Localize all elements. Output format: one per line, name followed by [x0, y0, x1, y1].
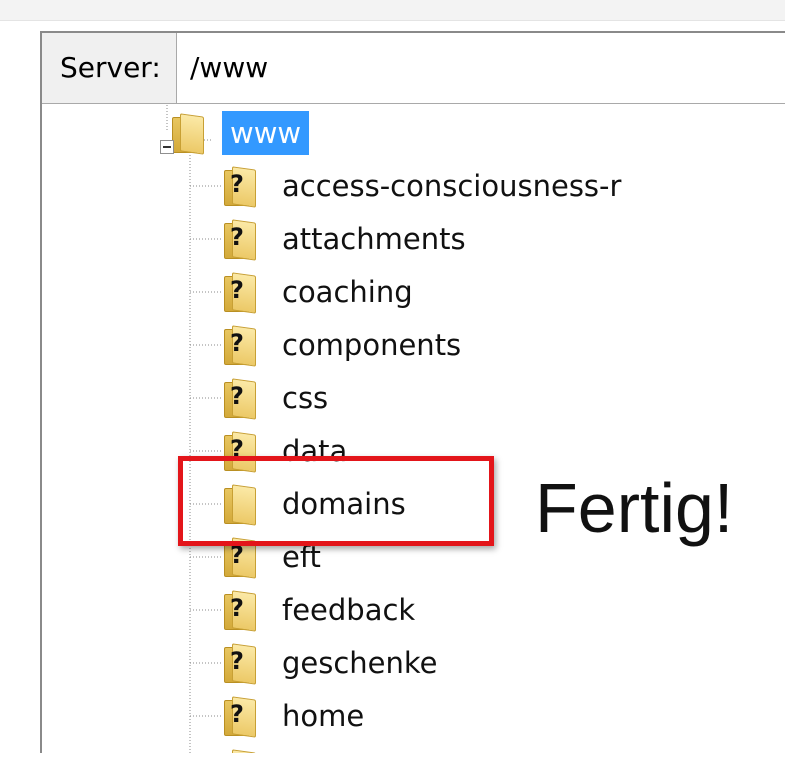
tree-item-label: geschenke [282, 646, 438, 680]
tree-item[interactable]: ? images [222, 745, 387, 753]
tree-item[interactable]: ? access-consciousness-r [222, 162, 621, 210]
folder-unknown-icon: ? [222, 696, 260, 738]
tree-root-label: www [222, 111, 310, 155]
folder-tree[interactable]: www? access-consciousness-r? attachments? c… [42, 105, 785, 753]
tree-item[interactable]: ? css [222, 374, 328, 422]
folder-unknown-icon: ? [222, 378, 260, 420]
folder-icon [170, 113, 208, 155]
folder-unknown-icon: ? [222, 325, 260, 367]
tree-item-label: feedback [282, 593, 416, 627]
remote-browser-panel: Server: /www www? access-consciousness-r?… [40, 31, 785, 753]
folder-unknown-icon: ? [222, 219, 260, 261]
tree-item[interactable]: ? home [222, 692, 364, 740]
server-path-field[interactable]: /www [190, 33, 268, 103]
tree-item-label: images [282, 752, 387, 753]
folder-unknown-icon: ? [222, 643, 260, 685]
tree-item[interactable]: ? components [222, 321, 461, 369]
tree-item-label: access-consciousness-r [282, 169, 622, 203]
tree-item-label: coaching [282, 275, 413, 309]
tree-item-label: home [282, 699, 365, 733]
server-label: Server: [42, 33, 177, 103]
tree-item[interactable]: ? feedback [222, 586, 415, 634]
collapse-toggle-icon[interactable] [160, 140, 174, 154]
callout-text: Fertig! [535, 469, 734, 547]
tree-item[interactable]: ? attachments [222, 215, 466, 263]
folder-unknown-icon: ? [222, 749, 260, 753]
window-top-strip [0, 0, 785, 21]
tree-item-label: attachments [282, 222, 466, 256]
folder-unknown-icon: ? [222, 166, 260, 208]
tree-item-label: css [282, 381, 329, 415]
highlight-box [178, 456, 494, 546]
tree-item[interactable]: ? geschenke [222, 639, 438, 687]
tree-item-label: components [282, 328, 462, 362]
tree-root-www[interactable]: www [170, 109, 310, 157]
folder-unknown-icon: ? [222, 590, 260, 632]
server-path-bar: Server: /www [42, 33, 785, 104]
folder-unknown-icon: ? [222, 272, 260, 314]
tree-item[interactable]: ? coaching [222, 268, 413, 316]
